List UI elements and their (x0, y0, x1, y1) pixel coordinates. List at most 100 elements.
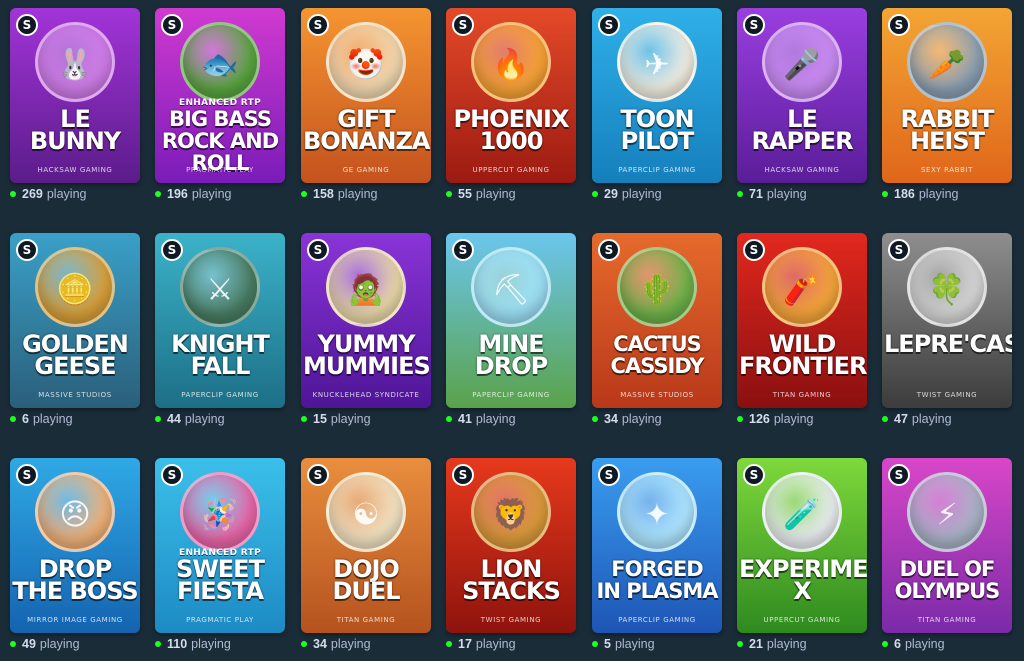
lion-icon: 🦁 (492, 497, 530, 533)
playing-label: playing (330, 637, 371, 651)
players-status: 49 playing (10, 636, 80, 652)
game-card[interactable]: 🎤 S LE RAPPER HACKSAW GAMING (737, 8, 867, 183)
players-status: 55 playing (446, 186, 516, 202)
playing-label: playing (773, 412, 814, 426)
stake-originals-badge-icon: S (888, 464, 910, 486)
game-card[interactable]: 🍀 S LEPRE'CASH TWIST GAMING (882, 233, 1012, 408)
game-artwork: ⚔ (180, 247, 260, 327)
game-provider: PAPERCLIP GAMING (618, 166, 696, 174)
players-status: 5 playing (592, 636, 655, 652)
game-card[interactable]: ☯ S DOJO DUEL TITAN GAMING (301, 458, 431, 633)
playing-label: playing (191, 637, 231, 651)
online-dot-icon (155, 641, 161, 647)
player-count: 49 (22, 637, 36, 651)
stake-originals-badge-icon: S (888, 239, 910, 261)
game-title: EXPERIMENT X (739, 555, 867, 605)
playing-label: playing (918, 187, 959, 201)
game-artwork: 🍀 (907, 247, 987, 327)
rabbit-icon: 🥕 (928, 47, 966, 83)
playing-label: playing (621, 187, 662, 201)
online-dot-icon (592, 641, 598, 647)
playing-label: playing (904, 637, 945, 651)
coins-icon: 🪙 (56, 272, 94, 308)
game-card[interactable]: 🪅 S ENHANCED RTP SWEET FIESTA PRAGMATIC PLAY (155, 458, 285, 633)
online-dot-icon (882, 191, 888, 197)
game-title: LE RAPPER (751, 105, 853, 155)
game-card[interactable]: 🧟 S YUMMY MUMMIES KNUCKLEHEAD SYNDICATE (301, 233, 431, 408)
game-card[interactable]: 🤡 S GIFT BONANZA GE GAMING (301, 8, 431, 183)
online-dot-icon (446, 641, 452, 647)
game-card[interactable]: ⚡ S DUEL OF OLYMPUS TITAN GAMING (882, 458, 1012, 633)
game-artwork: 😠 (35, 472, 115, 552)
players-status: 126 playing (737, 411, 813, 427)
game-provider: MASSIVE STUDIOS (620, 391, 694, 399)
game-title: DOJO DUEL (332, 555, 400, 605)
game-card[interactable]: ✦ S FORGED IN PLASMA PAPERCLIP GAMING (592, 458, 722, 633)
playing-label: playing (766, 637, 807, 651)
online-dot-icon (592, 416, 598, 422)
game-card[interactable]: 🐰 S LE BUNNY HACKSAW GAMING (10, 8, 140, 183)
playing-label: playing (766, 187, 807, 201)
game-provider: PRAGMATIC PLAY (186, 166, 254, 174)
game-card[interactable]: 🐟 S ENHANCED RTP BIG BASS ROCK AND ROLL PRAG… (155, 8, 285, 183)
stake-originals-badge-icon: S (598, 239, 620, 261)
game-card[interactable]: ⛏ S MINE DROP PAPERCLIP GAMING (446, 233, 576, 408)
game-artwork: 🐟 (180, 22, 260, 102)
game-provider: PRAGMATIC PLAY (186, 616, 254, 624)
game-provider: TITAN GAMING (917, 616, 977, 624)
bunny-icon: 🐰 (56, 47, 94, 83)
game-provider: GE GAMING (342, 166, 390, 174)
online-dot-icon (446, 191, 452, 197)
player-count: 196 (167, 187, 188, 201)
stake-originals-badge-icon: S (743, 464, 765, 486)
player-count: 71 (749, 187, 763, 201)
game-grid: 🐰 S LE BUNNY HACKSAW GAMING 269 playing 🐟 S ENHA… (0, 0, 1024, 661)
game-card[interactable]: 🧪 S EXPERIMENT X UPPERCUT GAMING (737, 458, 867, 633)
online-dot-icon (10, 641, 16, 647)
game-artwork: 🐰 (35, 22, 115, 102)
game-artwork: 🦁 (471, 472, 551, 552)
pinata-icon: 🪅 (201, 497, 239, 533)
stake-originals-badge-icon: S (598, 464, 620, 486)
dynamite-icon: 🧨 (783, 272, 821, 308)
game-card[interactable]: 🥕 S RABBIT HEIST SEXY RABBIT (882, 8, 1012, 183)
playing-label: playing (184, 412, 225, 426)
game-artwork: 🧨 (762, 247, 842, 327)
game-card[interactable]: 🌵 S CACTUS CASSIDY MASSIVE STUDIOS (592, 233, 722, 408)
online-dot-icon (882, 416, 888, 422)
player-count: 186 (894, 187, 915, 201)
online-dot-icon (301, 191, 307, 197)
game-provider: PAPERCLIP GAMING (472, 391, 550, 399)
playing-label: playing (46, 187, 87, 201)
player-count: 5 (604, 637, 611, 651)
game-title: GOLDEN GEESE (22, 330, 129, 380)
players-status: 196 playing (155, 186, 231, 202)
game-card[interactable]: 🧨 S WILD FRONTIER TITAN GAMING (737, 233, 867, 408)
playing-label: playing (32, 412, 73, 426)
playing-label: playing (39, 637, 80, 651)
online-dot-icon (882, 641, 888, 647)
game-title: GIFT BONANZA (303, 105, 430, 155)
game-provider: KNUCKLEHEAD SYNDICATE (312, 391, 420, 399)
player-count: 55 (458, 187, 472, 201)
game-card[interactable]: 🦁 S LION STACKS TWIST GAMING (446, 458, 576, 633)
game-card[interactable]: ✈ S TOON PILOT PAPERCLIP GAMING (592, 8, 722, 183)
game-provider: UPPERCUT GAMING (472, 166, 550, 174)
game-card[interactable]: 😠 S DROP THE BOSS MIRROR IMAGE GAMING (10, 458, 140, 633)
players-status: 21 playing (737, 636, 807, 652)
game-title: TOON PILOT (620, 105, 694, 155)
game-card[interactable]: 🪙 S GOLDEN GEESE MASSIVE STUDIOS (10, 233, 140, 408)
players-status: 110 playing (155, 636, 231, 652)
online-dot-icon (737, 641, 743, 647)
pilot-icon: ✈ (644, 47, 670, 83)
knight-icon: ⚔ (206, 272, 234, 308)
stake-originals-badge-icon: S (307, 464, 329, 486)
game-artwork: 🪙 (35, 247, 115, 327)
yin-yang-icon: ☯ (352, 497, 380, 533)
game-artwork: 🌵 (617, 247, 697, 327)
game-card[interactable]: 🔥 S PHOENIX 1000 UPPERCUT GAMING (446, 8, 576, 183)
game-title: YUMMY MUMMIES (303, 330, 431, 380)
game-card[interactable]: ⚔ S KNIGHT FALL PAPERCLIP GAMING (155, 233, 285, 408)
game-provider: MASSIVE STUDIOS (38, 391, 112, 399)
stake-originals-badge-icon: S (888, 14, 910, 36)
